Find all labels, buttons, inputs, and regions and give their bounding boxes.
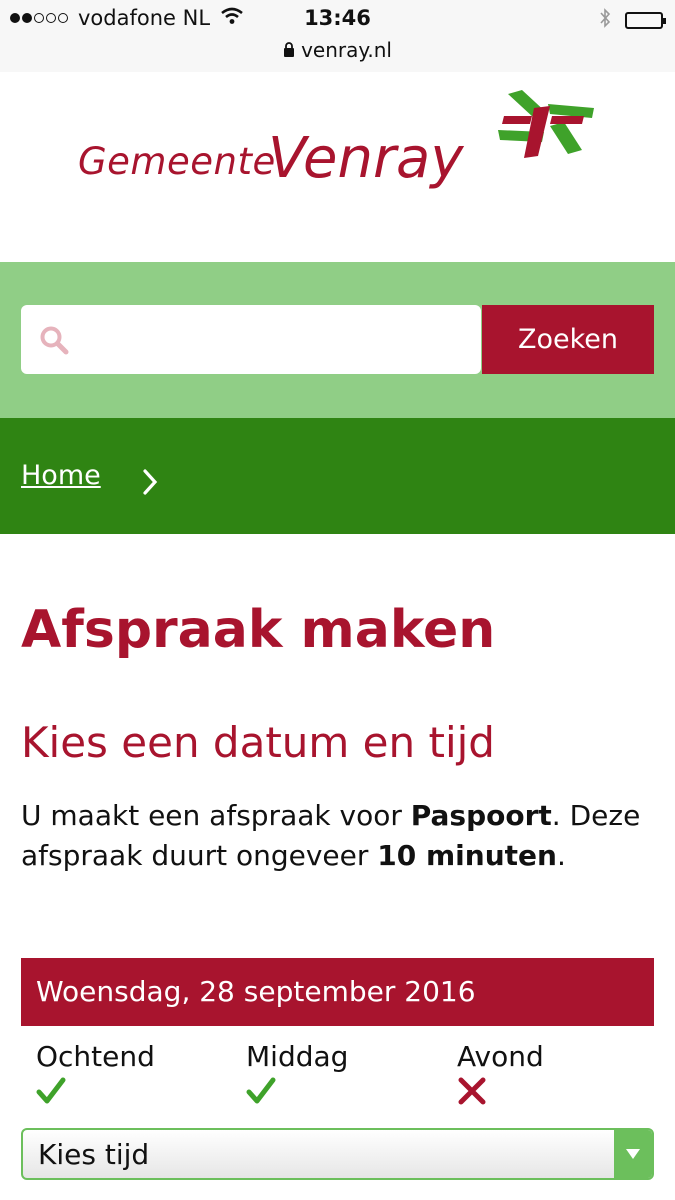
slot-label: Ochtend	[36, 1040, 155, 1073]
duration: 10 minuten	[377, 839, 557, 872]
logo-name[interactable]: Venray	[268, 126, 463, 191]
breadcrumb-home-link[interactable]: Home	[21, 460, 101, 491]
venray-cross-logo-icon[interactable]	[490, 86, 600, 166]
check-icon	[246, 1076, 276, 1113]
product-name: Paspoort	[410, 799, 552, 832]
cross-icon	[457, 1076, 487, 1113]
search-input[interactable]	[21, 305, 481, 374]
page-title: Afspraak maken	[21, 600, 496, 660]
slot-label: Avond	[457, 1040, 544, 1073]
search-section: Zoeken	[0, 262, 675, 418]
status-icons	[599, 8, 666, 33]
status-bar: vodafone NL 13:46 venray.nl	[0, 0, 675, 73]
slot-label: Middag	[246, 1040, 349, 1073]
lock-icon	[283, 42, 295, 61]
search-button[interactable]: Zoeken	[482, 305, 654, 374]
breadcrumb: Home	[0, 418, 675, 534]
chevron-down-icon[interactable]	[614, 1130, 652, 1178]
check-icon	[36, 1076, 66, 1113]
slot-ochtend[interactable]: Ochtend	[36, 1040, 155, 1104]
search-icon	[39, 325, 69, 359]
address-bar[interactable]: venray.nl	[0, 38, 675, 62]
chevron-right-icon	[140, 468, 160, 500]
bluetooth-icon	[599, 8, 611, 33]
time-select[interactable]: Kies tijd	[21, 1128, 654, 1180]
logo-prefix[interactable]: Gemeente	[78, 140, 276, 183]
page-subtitle: Kies een datum en tijd	[21, 718, 495, 767]
url-text: venray.nl	[301, 38, 392, 62]
clock: 13:46	[304, 6, 371, 30]
intro-suffix: .	[556, 839, 566, 872]
slot-avond: Avond	[457, 1040, 544, 1105]
battery-icon	[625, 12, 666, 29]
intro-text: U maakt een afspraak voor Paspoort. Deze…	[21, 796, 651, 876]
date-header: Woensdag, 28 september 2016	[21, 958, 654, 1026]
time-select-value: Kies tijd	[38, 1138, 150, 1171]
slot-middag[interactable]: Middag	[246, 1040, 349, 1104]
intro-prefix: U maakt een afspraak voor	[21, 799, 411, 832]
